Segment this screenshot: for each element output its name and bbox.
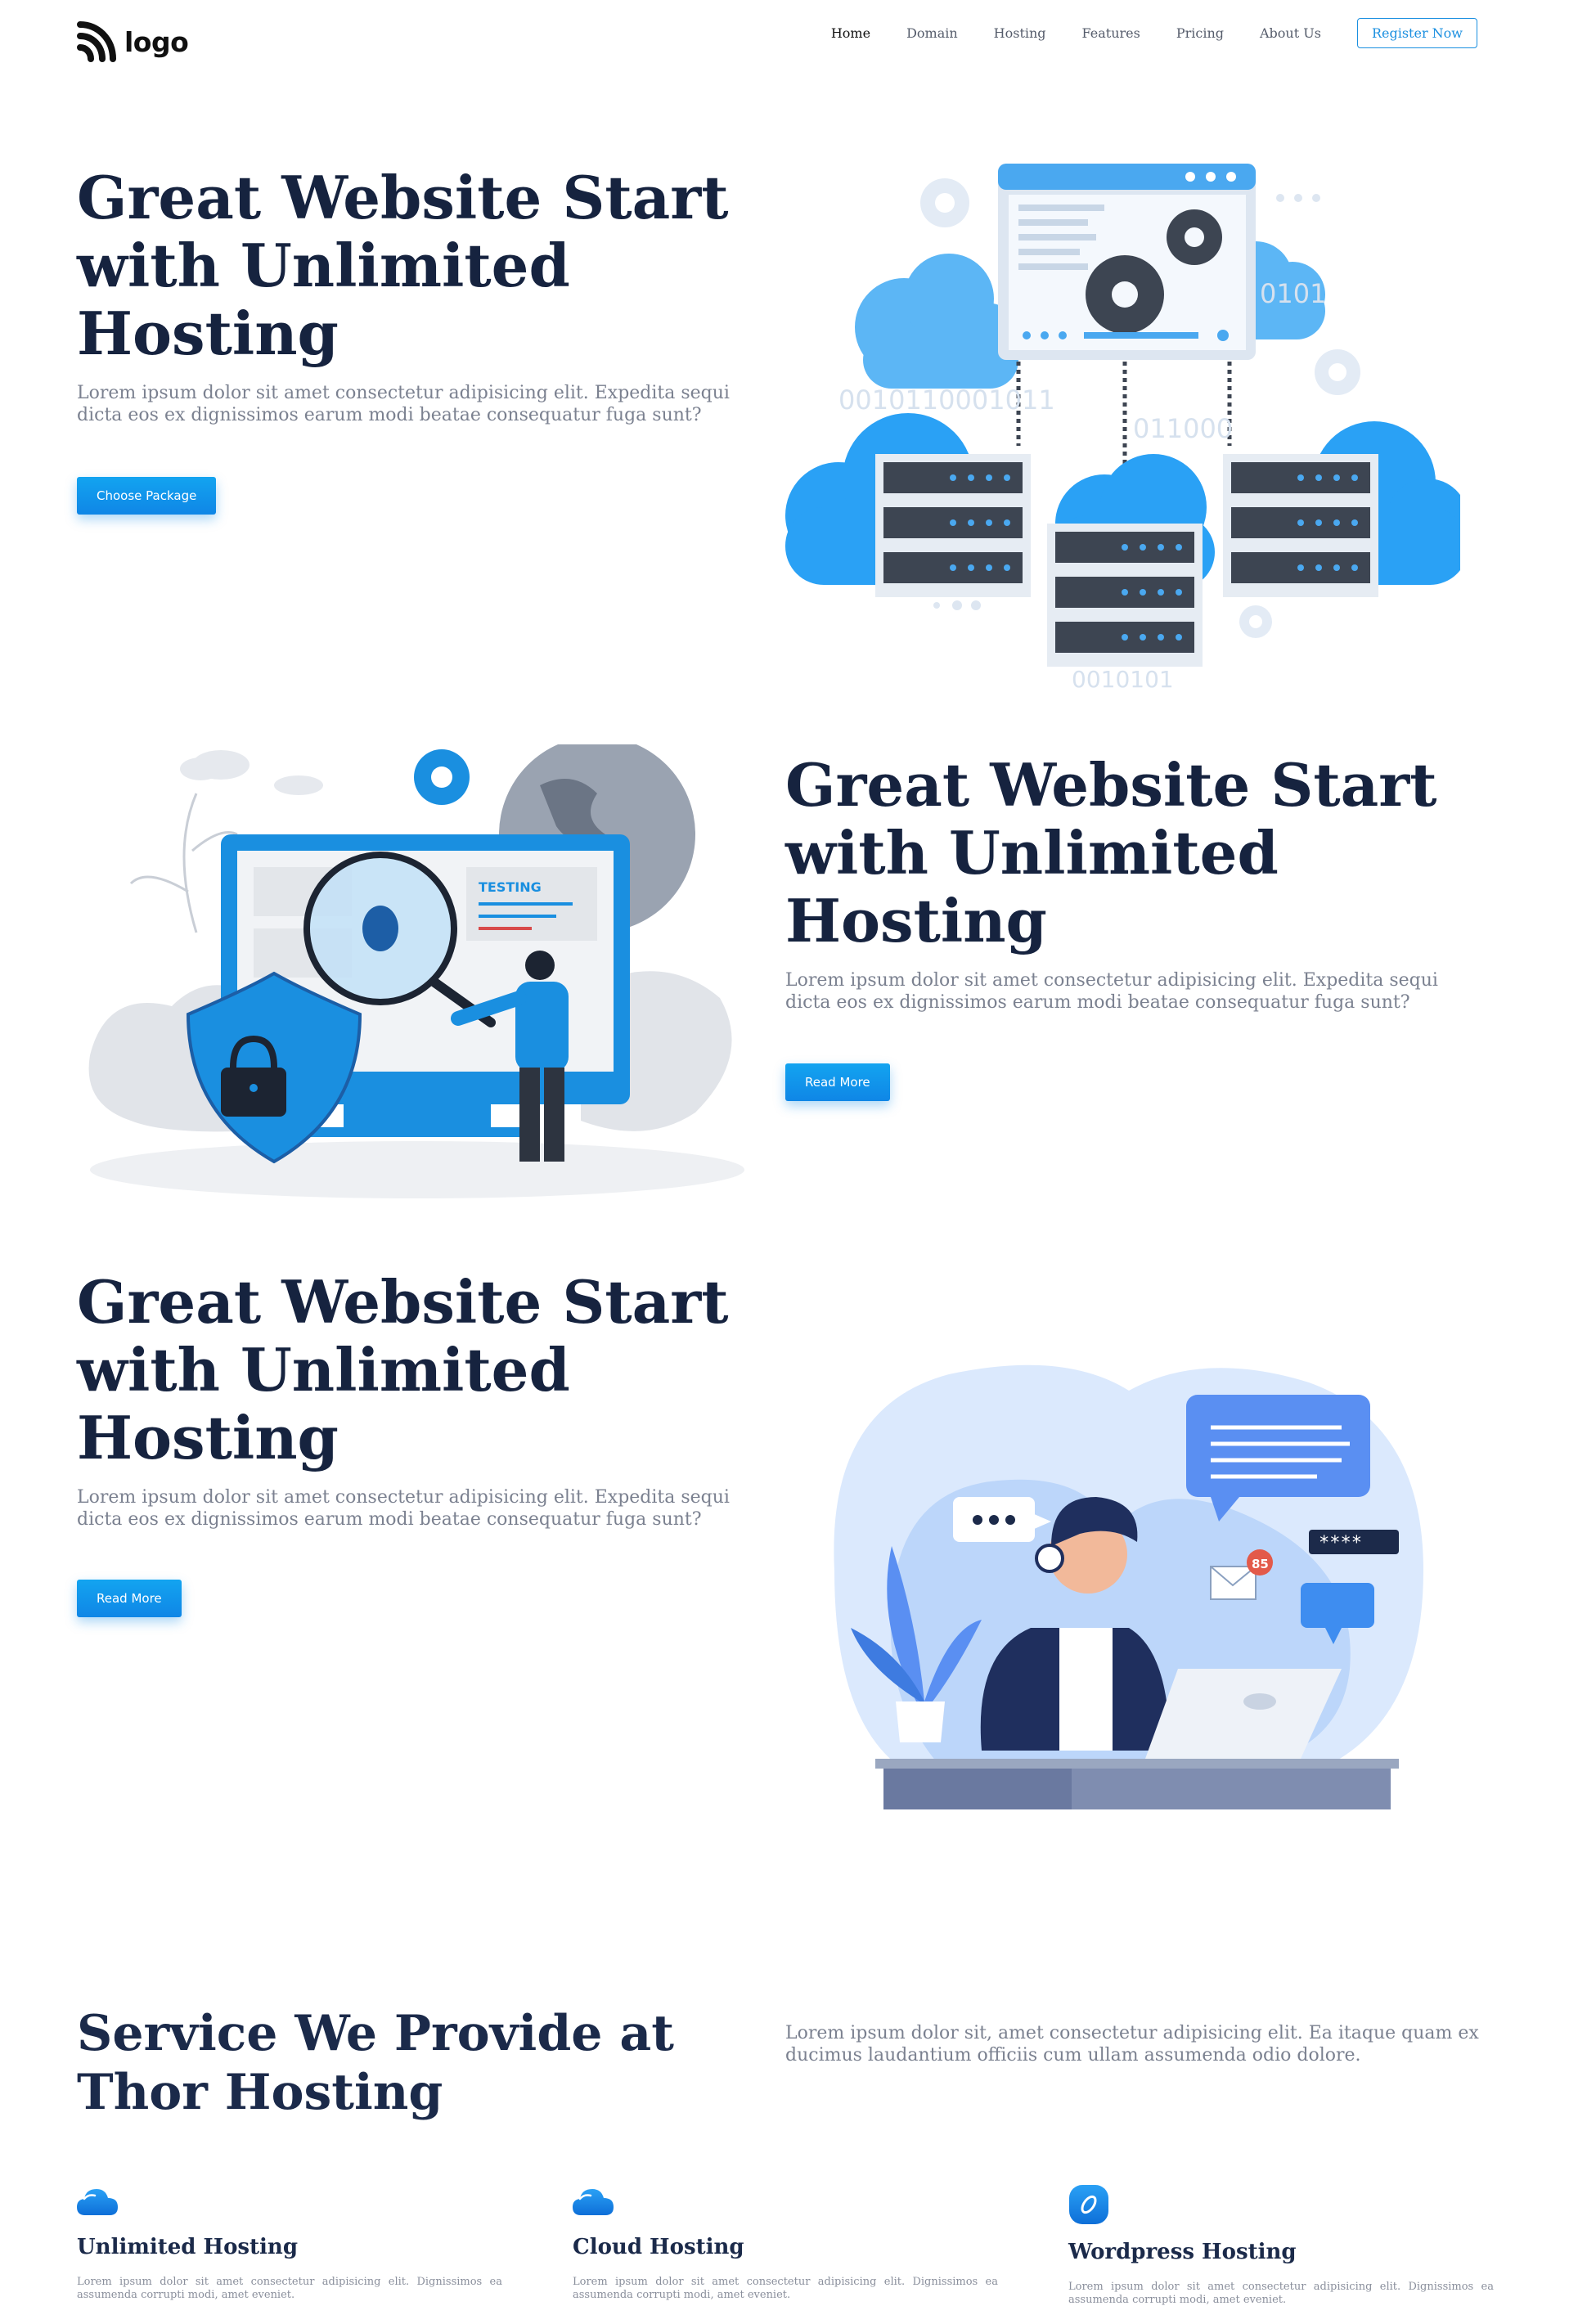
wordpress-icon — [1069, 2185, 1108, 2224]
service-card-title: Cloud Hosting — [573, 2235, 744, 2259]
service-card-unlimited-hosting[interactable]: Unlimited Hosting Lorem ipsum dolor sit … — [77, 2184, 502, 2302]
read-more-button-2[interactable]: Read More — [77, 1580, 182, 1617]
service-card-text: Lorem ipsum dolor sit amet consectetur a… — [1068, 2281, 1494, 2306]
service-card-text: Lorem ipsum dolor sit amet consectetur a… — [573, 2276, 998, 2301]
svg-text:****: **** — [1319, 1533, 1362, 1553]
service-card-title: Unlimited Hosting — [77, 2235, 299, 2259]
hero-1-title: Great Website Start with Unlimited Hosti… — [77, 163, 729, 368]
service-card-cloud-hosting[interactable]: Cloud Hosting Lorem ipsum dolor sit amet… — [573, 2184, 998, 2302]
cloud-icon — [180, 750, 323, 795]
hero-2-lead: Lorem ipsum dolor sit amet consectetur a… — [785, 970, 1438, 1013]
customer-support-illustration: **** 85 — [834, 1364, 1423, 1809]
headset-icon — [1035, 1544, 1064, 1573]
hero-2-title: Great Website Start with Unlimited Hosti… — [785, 750, 1437, 955]
binary-text-4: 0010101 — [1072, 666, 1174, 693]
hero-3-title: Great Website Start with Unlimited Hosti… — [77, 1267, 729, 1472]
cloud-servers-illustration: 0010110001011 011000 0101 0010101 — [785, 164, 1460, 693]
gear-icon — [414, 749, 470, 805]
service-card-wordpress-hosting[interactable]: Wordpress Hosting Lorem ipsum dolor sit … — [1068, 2184, 1494, 2307]
notification-badge: 85 — [1252, 1557, 1269, 1571]
hero-section-1: Great Website Start with Unlimited Hosti… — [0, 0, 1569, 703]
cloud-icon — [77, 2189, 118, 2215]
binary-text-3: 0101 — [1260, 278, 1326, 309]
service-card-title: Wordpress Hosting — [1068, 2240, 1297, 2264]
service-card-text: Lorem ipsum dolor sit amet consectetur a… — [77, 2276, 502, 2301]
security-testing-illustration: TESTING — [88, 744, 744, 1198]
hero-1-lead: Lorem ipsum dolor sit amet consectetur a… — [77, 383, 730, 425]
cloud-icon — [573, 2189, 614, 2215]
services-title: Service We Provide at Thor Hosting — [77, 2005, 674, 2121]
read-more-button-1[interactable]: Read More — [785, 1063, 890, 1101]
choose-package-button[interactable]: Choose Package — [77, 477, 217, 515]
hero-3-lead: Lorem ipsum dolor sit amet consectetur a… — [77, 1487, 730, 1530]
password-field-icon: **** — [1309, 1530, 1399, 1554]
testing-label: TESTING — [479, 879, 542, 895]
services-lead: Lorem ipsum dolor sit, amet consectetur … — [785, 2023, 1479, 2066]
binary-text-1: 0010110001011 — [838, 384, 1055, 416]
binary-text-2: 011000 — [1133, 413, 1233, 444]
